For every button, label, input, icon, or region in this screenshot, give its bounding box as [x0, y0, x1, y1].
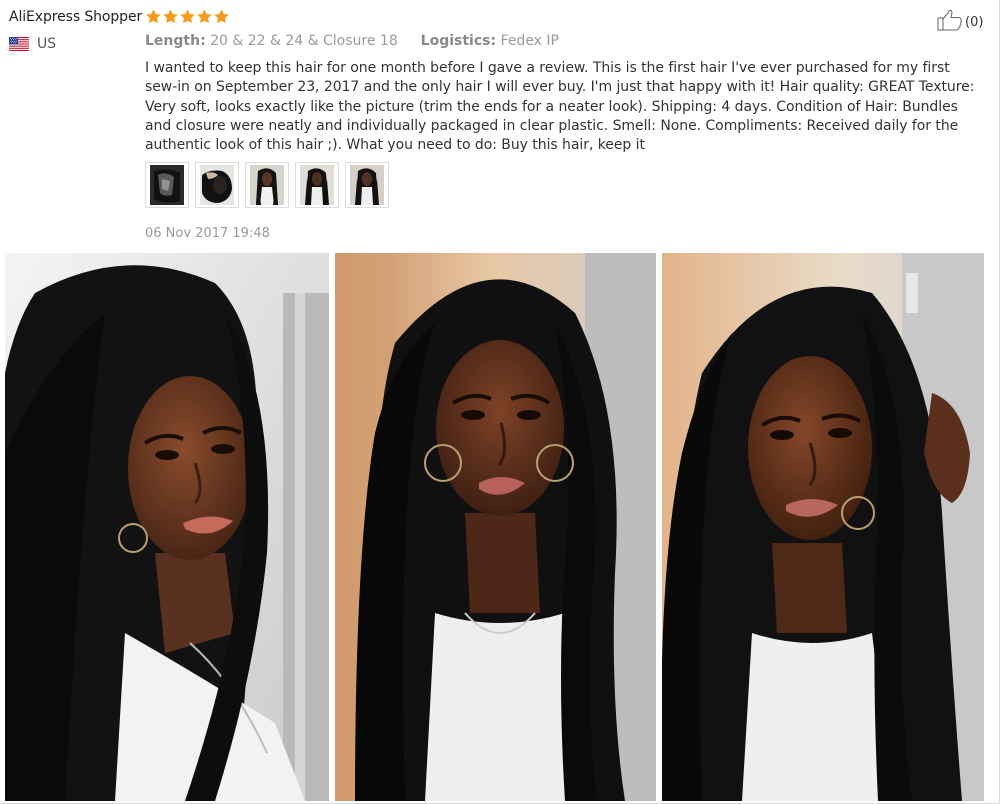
helpful-count: (0)	[965, 14, 984, 30]
reviewer-country: US	[9, 36, 56, 52]
review-photo-2[interactable]	[335, 253, 656, 801]
review-photo-3[interactable]	[662, 253, 984, 801]
us-flag-icon	[9, 37, 29, 51]
country-code: US	[37, 36, 57, 52]
review-thumbnails	[145, 162, 389, 208]
length-value: 20 & 22 & 24 & Closure 18	[210, 33, 398, 49]
star-icon	[213, 8, 230, 25]
review-thumbnail-3[interactable]	[245, 162, 289, 208]
review-thumbnail-4[interactable]	[295, 162, 339, 208]
logistics-value: Fedex IP	[500, 33, 559, 49]
thumbs-up-icon[interactable]	[937, 9, 963, 35]
review-body: I wanted to keep this hair for one month…	[145, 60, 975, 154]
helpful-button[interactable]: (0)	[937, 9, 983, 35]
length-label: Length:	[145, 33, 206, 49]
star-icon	[145, 8, 162, 25]
star-icon	[162, 8, 179, 25]
star-rating	[145, 8, 230, 25]
review-photo-1[interactable]	[5, 253, 329, 801]
review-thumbnail-5[interactable]	[345, 162, 389, 208]
review-thumbnail-1[interactable]	[145, 162, 189, 208]
purchase-attributes: Length: 20 & 22 & 24 & Closure 18 Logist…	[145, 33, 559, 49]
star-icon	[196, 8, 213, 25]
reviewer-name: AliExpress Shopper	[9, 9, 143, 25]
review-thumbnail-2[interactable]	[195, 162, 239, 208]
star-icon	[179, 8, 196, 25]
review-card: AliExpress Shopper US Length: 20 & 22 & …	[0, 0, 1000, 804]
review-date: 06 Nov 2017 19:48	[145, 226, 270, 241]
logistics-label: Logistics:	[420, 33, 497, 49]
